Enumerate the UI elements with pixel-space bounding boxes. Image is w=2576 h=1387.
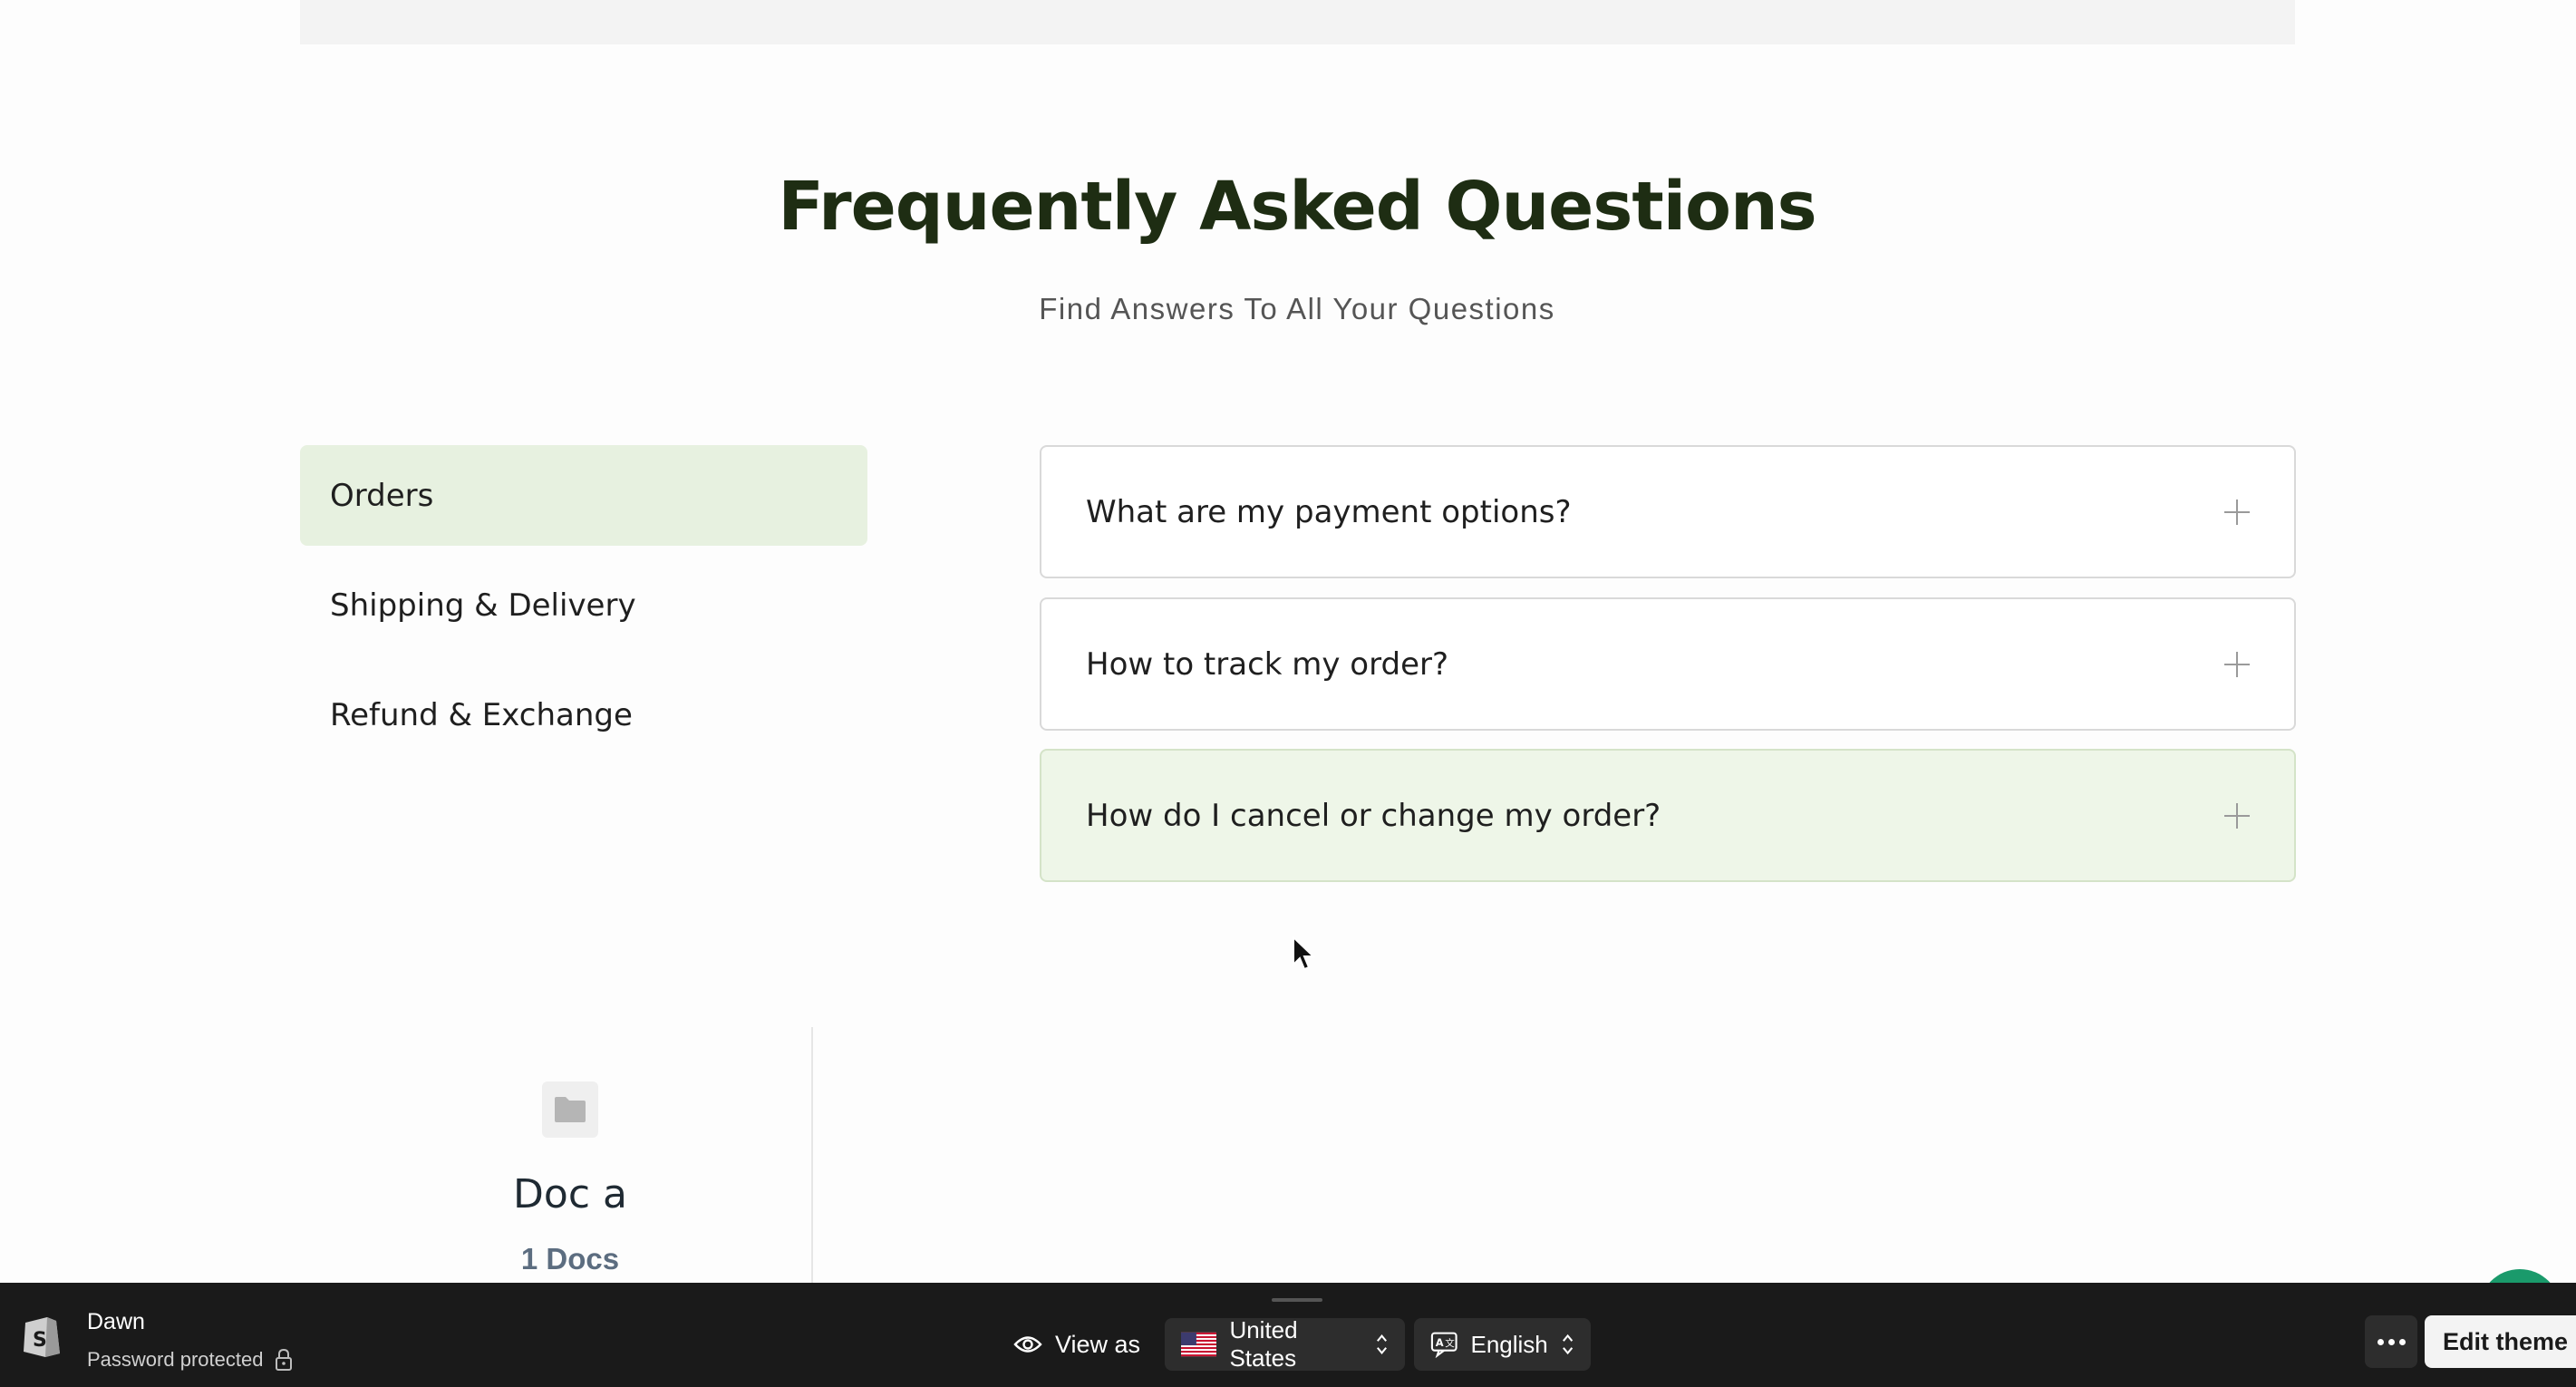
mouse-cursor-icon <box>1293 936 1315 971</box>
plus-icon <box>2224 499 2250 525</box>
question-label: How do I cancel or change my order? <box>1086 797 1661 834</box>
question-label: How to track my order? <box>1086 645 1449 683</box>
chevron-up-down-icon <box>1562 1334 1573 1355</box>
eye-icon <box>1013 1336 1042 1353</box>
view-as[interactable]: View as <box>1013 1322 1140 1367</box>
dot-icon <box>2387 1338 2395 1345</box>
lock-icon <box>276 1348 293 1371</box>
category-label: Shipping & Delivery <box>330 587 636 624</box>
view-as-label: View as <box>1055 1330 1141 1358</box>
drag-handle[interactable] <box>1272 1298 1322 1302</box>
edit-theme-button[interactable]: Edit theme <box>2425 1315 2576 1368</box>
faq-question-cancel-change-order[interactable]: How do I cancel or change my order? <box>1040 749 2296 882</box>
faq-subtitle: Find Answers To All Your Questions <box>1039 292 1555 325</box>
store-name: Dawn <box>87 1309 145 1334</box>
top-banner-strip <box>300 0 2295 44</box>
folder-icon <box>555 1097 586 1122</box>
plus-icon <box>2224 802 2250 829</box>
doc-folder[interactable] <box>542 1081 598 1138</box>
svg-text:A: A <box>1436 1336 1444 1349</box>
dot-icon <box>2377 1338 2384 1345</box>
language-label: English <box>1470 1330 1548 1358</box>
shopify-logo-icon: S <box>24 1317 60 1357</box>
category-refund-exchange[interactable]: Refund & Exchange <box>300 664 867 765</box>
doc-name[interactable]: Doc a <box>426 1171 714 1217</box>
faq-question-track-order[interactable]: How to track my order? <box>1040 597 2296 731</box>
country-selector[interactable]: United States <box>1165 1316 1405 1372</box>
category-label: Refund & Exchange <box>330 696 633 733</box>
svg-text:文: 文 <box>1445 1337 1455 1349</box>
us-flag-icon <box>1181 1332 1217 1357</box>
more-options-button[interactable] <box>2365 1315 2417 1368</box>
svg-text:S: S <box>33 1329 47 1352</box>
dot-icon <box>2398 1338 2406 1345</box>
language-selector[interactable]: A 文 English <box>1414 1318 1591 1371</box>
faq-question-payment-options[interactable]: What are my payment options? <box>1040 445 2296 578</box>
store-status: Password protected <box>87 1348 294 1372</box>
category-shipping-delivery[interactable]: Shipping & Delivery <box>300 555 867 655</box>
plus-icon <box>2224 651 2250 677</box>
category-orders[interactable]: Orders <box>300 445 867 546</box>
country-label: United States <box>1229 1316 1298 1372</box>
page: Frequently Asked Questions Find Answers … <box>0 0 2576 1387</box>
edit-theme-label: Edit theme <box>2443 1327 2569 1355</box>
question-label: What are my payment options? <box>1086 493 1572 530</box>
chevron-up-down-icon <box>1377 1334 1387 1354</box>
translate-icon: A 文 <box>1430 1332 1457 1358</box>
doc-count: 1 Docs <box>520 1242 620 1275</box>
faq-title: Frequently Asked Questions <box>778 168 1816 246</box>
docs-divider <box>811 1027 813 1283</box>
store-status-label: Password protected <box>87 1348 264 1371</box>
category-label: Orders <box>330 477 434 514</box>
